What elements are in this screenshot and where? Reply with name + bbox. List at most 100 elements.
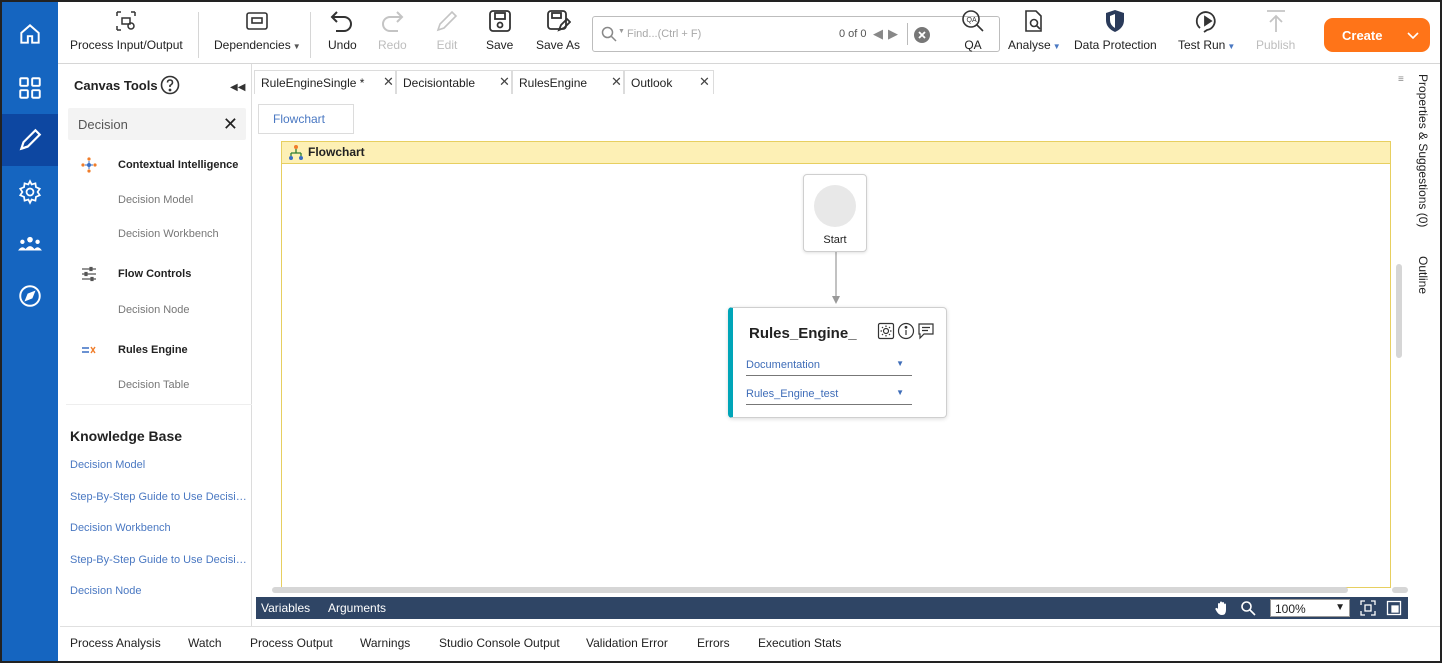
create-button[interactable]: Create xyxy=(1324,18,1430,52)
overview-icon[interactable] xyxy=(1386,600,1402,616)
tab-flowchart[interactable]: Flowchart xyxy=(258,104,354,134)
save-button[interactable]: Save xyxy=(486,8,513,62)
rules-engine-node[interactable]: Rules_Engine_ Documentation ▼ Rules_Engi… xyxy=(728,307,947,418)
rail-explore[interactable] xyxy=(2,270,58,322)
save-as-button[interactable]: Save As xyxy=(536,8,580,62)
rail-settings[interactable] xyxy=(2,166,58,218)
horizontal-scrollbar-end[interactable] xyxy=(1392,587,1408,593)
category-rules-engine[interactable]: Rules Engine xyxy=(80,341,188,359)
tools-search-field[interactable]: Decision ✕ xyxy=(68,108,246,140)
tool-item[interactable]: Decision Model xyxy=(118,194,193,206)
rules-engine-test-dropdown[interactable]: Rules_Engine_test ▼ xyxy=(746,387,912,405)
tab-label: RulesEngine xyxy=(519,76,588,90)
find-count: 0 of 0 xyxy=(839,28,867,40)
horizontal-scrollbar[interactable] xyxy=(272,587,1348,593)
rules-engine-icon xyxy=(82,346,96,354)
outline-tab[interactable]: Outline xyxy=(1416,256,1430,294)
tab-process-analysis[interactable]: Process Analysis xyxy=(70,636,161,650)
close-icon[interactable]: ✕ xyxy=(383,74,394,90)
rail-grid[interactable] xyxy=(2,62,58,114)
fit-screen-icon[interactable] xyxy=(1360,600,1376,616)
process-io-button[interactable]: Process Input/Output xyxy=(70,8,183,62)
tab-watch[interactable]: Watch xyxy=(188,636,222,650)
tab-outlook[interactable]: Outlook ✕ xyxy=(624,70,714,94)
help-icon[interactable] xyxy=(160,75,180,95)
category-label: Flow Controls xyxy=(118,268,192,280)
tool-item[interactable]: Decision Node xyxy=(118,304,190,316)
undo-button[interactable]: Undo xyxy=(328,8,357,62)
category-contextual-intelligence[interactable]: Contextual Intelligence xyxy=(80,156,238,174)
tab-label: Decisiontable xyxy=(403,76,476,90)
tab-errors[interactable]: Errors xyxy=(697,636,730,650)
next-arrow-icon[interactable]: ▶ xyxy=(888,26,898,42)
zoom-select[interactable]: 100% ▼ xyxy=(1270,599,1350,617)
redo-button[interactable]: Redo xyxy=(378,8,407,62)
rail-users[interactable] xyxy=(2,218,58,270)
start-circle xyxy=(814,185,856,227)
menu-icon[interactable]: ≡ xyxy=(1398,74,1404,85)
comment-icon[interactable] xyxy=(917,322,935,340)
tab-studio-console-output[interactable]: Studio Console Output xyxy=(439,636,560,650)
tab-rulesengine[interactable]: RulesEngine ✕ xyxy=(512,70,624,94)
kb-link[interactable]: Step-By-Step Guide to Use Decisio... xyxy=(70,554,250,566)
kb-link[interactable]: Decision Model xyxy=(70,459,145,471)
toolbar-divider xyxy=(310,12,311,58)
chevron-down-icon xyxy=(1407,32,1419,40)
save-as-label: Save As xyxy=(536,38,581,52)
redo-label: Redo xyxy=(378,38,407,52)
publish-button[interactable]: Publish xyxy=(1256,8,1295,62)
rail-home[interactable] xyxy=(2,8,58,60)
tab-decisiontable[interactable]: Decisiontable ✕ xyxy=(396,70,512,94)
qa-button[interactable]: QA QA xyxy=(960,8,986,62)
canvas-tools-title: Canvas Tools xyxy=(74,78,158,93)
edit-button[interactable]: Edit xyxy=(434,8,460,62)
collapse-panel-icon[interactable]: ◀◀ xyxy=(230,82,245,93)
close-icon[interactable]: ✕ xyxy=(611,74,622,90)
vertical-scrollbar[interactable] xyxy=(1396,264,1402,358)
qa-icon: QA xyxy=(962,10,984,32)
properties-suggestions-tab[interactable]: Properties & Suggestions (0) xyxy=(1416,74,1430,227)
category-flow-controls[interactable]: Flow Controls xyxy=(80,265,191,283)
tool-item[interactable]: Decision Table xyxy=(118,379,189,391)
settings-icon[interactable] xyxy=(877,322,895,340)
kb-link[interactable]: Decision Workbench xyxy=(70,522,171,534)
prev-arrow-icon[interactable]: ◀ xyxy=(873,26,883,42)
tab-process-output[interactable]: Process Output xyxy=(250,636,333,650)
app-window: Process Input/Output Dependencies ▼ Undo … xyxy=(0,0,1442,663)
dependencies-button[interactable]: Dependencies ▼ xyxy=(214,8,301,62)
chevron-down-icon[interactable]: ▼ xyxy=(618,28,625,35)
clear-icon[interactable] xyxy=(913,26,931,44)
start-node[interactable]: Start xyxy=(803,174,867,252)
qa-label: QA xyxy=(964,38,982,52)
close-icon[interactable]: ✕ xyxy=(499,74,510,90)
category-label: Rules Engine xyxy=(118,344,188,356)
bottom-panel-tabs: Process Analysis Watch Process Output Wa… xyxy=(60,626,1440,661)
rail-edit[interactable] xyxy=(2,114,58,166)
tool-item[interactable]: Decision Workbench xyxy=(118,228,219,240)
analyse-button[interactable]: Analyse ▼ xyxy=(1008,8,1061,62)
zoom-icon[interactable] xyxy=(1240,600,1256,616)
tab-warnings[interactable]: Warnings xyxy=(360,636,410,650)
analyse-icon xyxy=(1025,10,1043,32)
data-protection-button[interactable]: Data Protection xyxy=(1074,8,1157,62)
documentation-dropdown[interactable]: Documentation ▼ xyxy=(746,358,912,376)
tab-label: Outlook xyxy=(631,76,673,90)
tab-execution-stats[interactable]: Execution Stats xyxy=(758,636,841,650)
find-input[interactable] xyxy=(627,24,807,44)
redo-icon xyxy=(382,11,404,32)
tab-validation-error[interactable]: Validation Error xyxy=(586,636,668,650)
test-run-button[interactable]: Test Run ▼ xyxy=(1178,8,1235,62)
hand-icon[interactable] xyxy=(1214,600,1230,616)
people-icon xyxy=(18,236,42,251)
close-icon[interactable]: ✕ xyxy=(223,114,238,135)
flowchart-title: Flowchart xyxy=(308,145,365,159)
close-icon[interactable]: ✕ xyxy=(699,74,710,90)
kb-link[interactable]: Step-By-Step Guide to Use Decisio... xyxy=(70,491,250,503)
tab-rule-engine-single[interactable]: RuleEngineSingle * ✕ xyxy=(254,70,396,94)
info-icon[interactable] xyxy=(897,322,915,340)
undo-label: Undo xyxy=(328,38,357,52)
arguments-tab[interactable]: Arguments xyxy=(328,601,386,615)
kb-link[interactable]: Decision Node xyxy=(70,585,142,597)
zoom-value: 100% xyxy=(1275,602,1306,616)
variables-tab[interactable]: Variables xyxy=(261,601,310,615)
